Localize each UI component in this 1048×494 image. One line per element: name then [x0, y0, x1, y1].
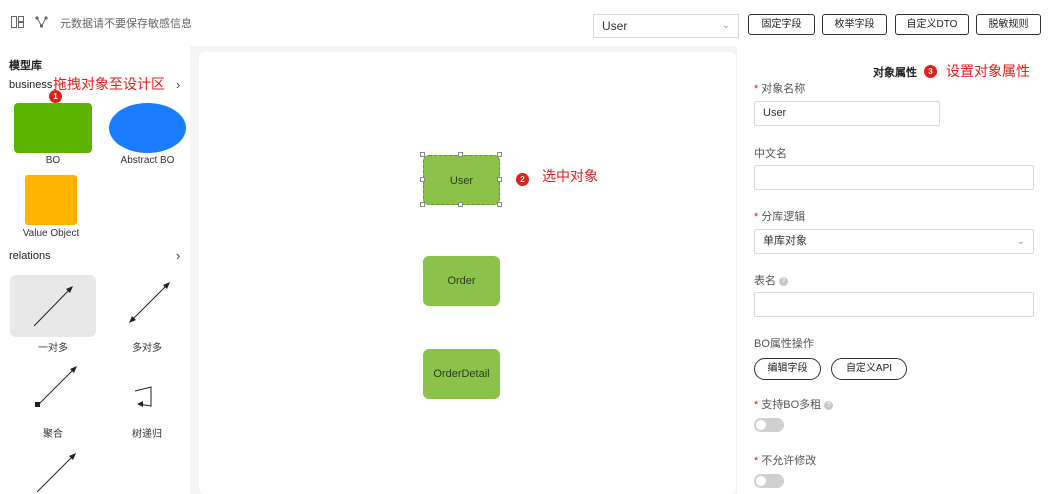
- canvas-node-user[interactable]: User: [423, 155, 500, 205]
- model-library-panel: 模型库 business 拖拽对象至设计区 › 1 BO Abstract BO…: [0, 46, 190, 494]
- step-badge-1: 1: [49, 90, 62, 103]
- layout-icon[interactable]: [11, 16, 25, 28]
- resize-handle[interactable]: [458, 202, 463, 207]
- recursion-icon: [134, 386, 152, 407]
- palette-label-abstract-bo: Abstract BO: [120, 155, 175, 166]
- desensitize-rules-button[interactable]: 脱敏规则: [976, 14, 1041, 35]
- relations-section-header[interactable]: relations: [9, 250, 51, 262]
- resize-handle[interactable]: [497, 177, 502, 182]
- chevron-down-icon: ⌄: [721, 20, 730, 31]
- resize-handle[interactable]: [420, 152, 425, 157]
- no-modify-label: * 不允许修改: [754, 455, 817, 467]
- aggregation-icon: [35, 366, 77, 407]
- properties-title: 对象属性: [873, 67, 917, 79]
- model-library-title: 模型库: [9, 60, 42, 72]
- arrow-icon: [33, 286, 73, 327]
- relation-one-to-many[interactable]: [10, 275, 96, 337]
- custom-dto-button[interactable]: 自定义DTO: [895, 14, 969, 35]
- canvas-node-orderdetail[interactable]: OrderDetail: [423, 349, 500, 399]
- step-badge-3: 3: [924, 65, 937, 78]
- design-canvas[interactable]: User 2 选中对象 Order OrderDetail: [199, 52, 736, 494]
- multi-tenant-toggle[interactable]: [754, 418, 784, 432]
- relation-aggregation[interactable]: [10, 364, 96, 426]
- chevron-down-icon: ⌄: [1016, 236, 1025, 247]
- canvas-node-order[interactable]: Order: [423, 256, 500, 306]
- chevron-right-icon[interactable]: ›: [176, 77, 180, 92]
- bo-ops-label: BO属性操作: [754, 338, 814, 350]
- enum-fields-button[interactable]: 枚举字段: [822, 14, 887, 35]
- business-section-header[interactable]: business: [9, 79, 52, 91]
- relation-label-one-to-many: 一对多: [38, 343, 68, 354]
- help-icon[interactable]: ?: [824, 400, 834, 410]
- step-badge-2: 2: [516, 173, 529, 186]
- chevron-right-icon[interactable]: ›: [176, 248, 180, 263]
- shard-logic-value: 单库对象: [763, 235, 807, 247]
- sensitive-data-hint: 元数据请不要保存敏感信息: [60, 18, 192, 30]
- multi-tenant-label: * 支持BO多租?: [754, 396, 834, 412]
- object-name-input[interactable]: User: [754, 101, 940, 126]
- bo-shape[interactable]: [14, 103, 92, 153]
- drag-annotation: 拖拽对象至设计区: [53, 77, 165, 93]
- custom-api-button[interactable]: 自定义API: [831, 358, 907, 380]
- palette-label-value-object: Value Object: [22, 228, 80, 239]
- resize-handle[interactable]: [497, 152, 502, 157]
- palette-label-bo: BO: [45, 155, 61, 166]
- resize-handle[interactable]: [420, 202, 425, 207]
- object-select[interactable]: User ⌄: [593, 14, 739, 38]
- select-object-annotation: 选中对象: [542, 169, 598, 185]
- object-name-label: * 对象名称: [754, 83, 806, 95]
- help-icon[interactable]: ?: [779, 276, 788, 286]
- object-select-value: User: [602, 19, 628, 33]
- abstract-bo-shape[interactable]: [109, 103, 186, 153]
- toggle-knob: [756, 476, 766, 486]
- toggle-knob: [756, 420, 766, 430]
- resize-handle[interactable]: [497, 202, 502, 207]
- set-properties-annotation: 设置对象属性: [946, 64, 1030, 80]
- table-name-input[interactable]: [754, 292, 1034, 317]
- relation-many-to-many[interactable]: [104, 275, 190, 337]
- object-properties-panel: 对象属性 3 设置对象属性 * 对象名称 User 中文名 * 分库逻辑 单库对象 …: [737, 46, 1048, 494]
- relation-label-tree-recursion: 树递归: [132, 429, 162, 440]
- shard-logic-label: * 分库逻辑: [754, 211, 806, 223]
- table-name-label: 表名?: [754, 272, 788, 288]
- relation-icon[interactable]: [35, 16, 49, 28]
- chinese-name-input[interactable]: [754, 165, 1034, 190]
- resize-handle[interactable]: [420, 177, 425, 182]
- double-arrow-icon: [129, 282, 170, 323]
- fixed-fields-button[interactable]: 固定字段: [748, 14, 815, 35]
- relation-label-aggregation: 聚合: [43, 429, 63, 440]
- relation-label-many-to-many: 多对多: [132, 343, 162, 354]
- chinese-name-label: 中文名: [754, 148, 787, 160]
- relation-item-5[interactable]: [10, 444, 96, 494]
- relation-tree-recursion[interactable]: [104, 364, 190, 426]
- arrow-icon: [36, 453, 76, 493]
- shard-logic-select[interactable]: 单库对象 ⌄: [754, 229, 1034, 254]
- resize-handle[interactable]: [458, 152, 463, 157]
- edit-fields-button[interactable]: 编辑字段: [754, 358, 821, 380]
- no-modify-toggle[interactable]: [754, 474, 784, 488]
- top-toolbar: 元数据请不要保存敏感信息 User ⌄ 固定字段 枚举字段 自定义DTO 脱敏规…: [0, 0, 1048, 46]
- value-object-shape[interactable]: [25, 175, 77, 225]
